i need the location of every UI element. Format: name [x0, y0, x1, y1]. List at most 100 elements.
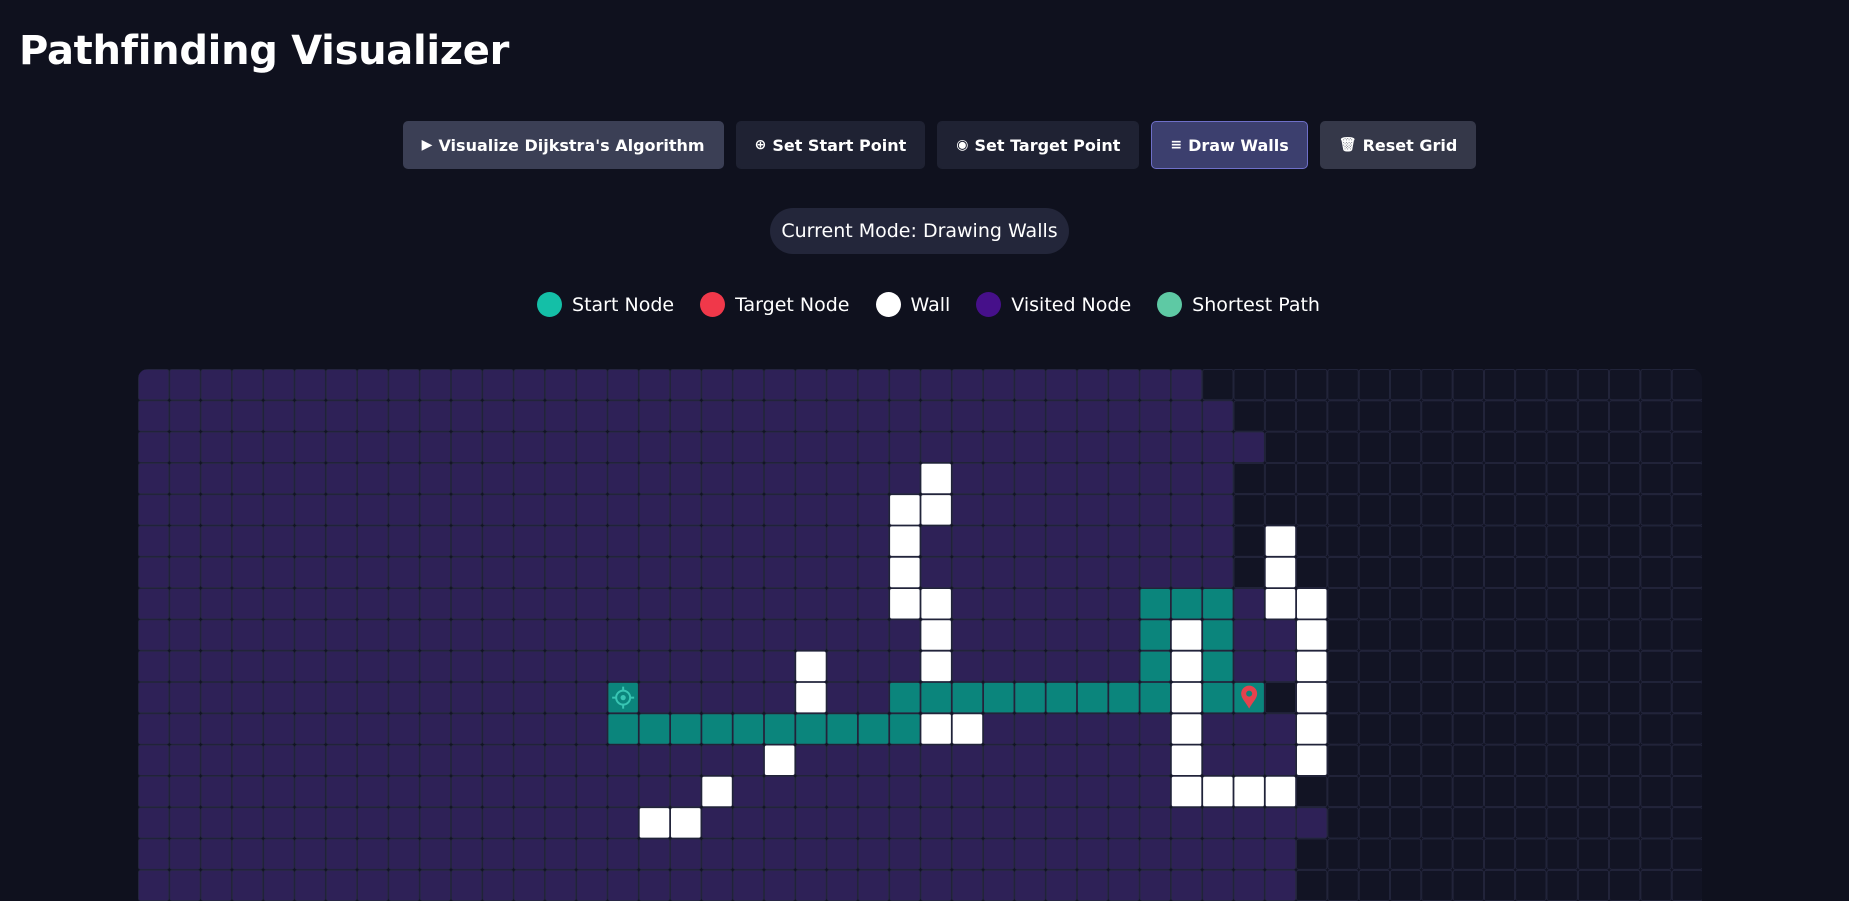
wall-cell[interactable]	[1171, 682, 1203, 714]
visited-cell[interactable]	[138, 369, 170, 401]
grid-cell[interactable]	[1327, 556, 1359, 589]
visited-cell[interactable]	[1077, 494, 1109, 526]
grid-cell[interactable]	[1671, 650, 1702, 682]
visited-cell[interactable]	[1139, 556, 1171, 589]
visited-cell[interactable]	[419, 869, 451, 901]
visited-cell[interactable]	[388, 682, 420, 714]
grid-cell[interactable]	[1515, 744, 1547, 776]
visited-cell[interactable]	[951, 525, 983, 557]
visited-cell[interactable]	[232, 588, 264, 620]
visited-cell[interactable]	[544, 682, 577, 714]
visited-cell[interactable]	[576, 682, 608, 714]
visited-cell[interactable]	[325, 838, 358, 870]
visited-cell[interactable]	[983, 463, 1015, 495]
visited-cell[interactable]	[795, 369, 827, 401]
visited-cell[interactable]	[138, 838, 170, 870]
wall-cell[interactable]	[1171, 619, 1203, 651]
visited-cell[interactable]	[638, 525, 670, 557]
visited-cell[interactable]	[357, 744, 389, 776]
visited-cell[interactable]	[1108, 775, 1140, 808]
visited-cell[interactable]	[138, 650, 170, 682]
visited-cell[interactable]	[670, 775, 702, 808]
visited-cell[interactable]	[638, 775, 670, 808]
path-cell[interactable]	[951, 682, 983, 714]
visited-cell[interactable]	[1045, 713, 1077, 745]
visited-cell[interactable]	[576, 400, 608, 432]
grid-cell[interactable]	[1640, 494, 1672, 526]
visited-cell[interactable]	[263, 494, 295, 526]
visited-cell[interactable]	[638, 744, 670, 776]
visited-cell[interactable]	[138, 682, 170, 714]
visited-cell[interactable]	[451, 807, 483, 839]
visited-cell[interactable]	[732, 807, 764, 839]
grid-cell[interactable]	[1577, 744, 1610, 776]
grid-cell[interactable]	[1233, 369, 1265, 401]
grid-cell[interactable]	[1546, 744, 1578, 776]
visited-cell[interactable]	[732, 431, 764, 463]
visited-cell[interactable]	[138, 494, 170, 526]
visited-cell[interactable]	[200, 682, 232, 714]
grid-cell[interactable]	[1452, 588, 1484, 620]
visited-cell[interactable]	[263, 431, 295, 463]
visited-cell[interactable]	[732, 369, 764, 401]
path-cell[interactable]	[1139, 650, 1171, 682]
visited-cell[interactable]	[1202, 838, 1234, 870]
visited-cell[interactable]	[826, 869, 858, 901]
visited-cell[interactable]	[764, 431, 796, 463]
visited-cell[interactable]	[419, 838, 451, 870]
grid-cell[interactable]	[1640, 463, 1672, 495]
visited-cell[interactable]	[576, 431, 608, 463]
visited-cell[interactable]	[1139, 369, 1171, 401]
visited-cell[interactable]	[1233, 713, 1265, 745]
visited-cell[interactable]	[482, 431, 514, 463]
visited-cell[interactable]	[607, 807, 639, 839]
grid-cell[interactable]	[1515, 525, 1547, 557]
visited-cell[interactable]	[1139, 494, 1171, 526]
visited-cell[interactable]	[858, 400, 890, 432]
visited-cell[interactable]	[1077, 588, 1109, 620]
visited-cell[interactable]	[513, 369, 545, 401]
visited-cell[interactable]	[325, 682, 358, 714]
grid-cell[interactable]	[1546, 775, 1578, 808]
grid-cell[interactable]	[1484, 838, 1516, 870]
visited-cell[interactable]	[325, 494, 358, 526]
visited-cell[interactable]	[607, 463, 639, 495]
visited-cell[interactable]	[1014, 588, 1046, 620]
wall-cell[interactable]	[1171, 713, 1203, 745]
visited-cell[interactable]	[638, 463, 670, 495]
visited-cell[interactable]	[607, 494, 639, 526]
visited-cell[interactable]	[826, 494, 858, 526]
visited-cell[interactable]	[1139, 744, 1171, 776]
visited-cell[interactable]	[388, 650, 420, 682]
visited-cell[interactable]	[1108, 744, 1140, 776]
visited-cell[interactable]	[1077, 369, 1109, 401]
visited-cell[interactable]	[920, 744, 952, 776]
grid-cell[interactable]	[1452, 838, 1484, 870]
visited-cell[interactable]	[732, 494, 764, 526]
grid-cell[interactable]	[1390, 682, 1422, 714]
visited-cell[interactable]	[889, 619, 921, 651]
grid-cell[interactable]	[1546, 713, 1578, 745]
visited-cell[interactable]	[764, 588, 796, 620]
visited-cell[interactable]	[889, 838, 921, 870]
visited-cell[interactable]	[795, 869, 827, 901]
visited-cell[interactable]	[357, 838, 389, 870]
visited-cell[interactable]	[544, 369, 577, 401]
visited-cell[interactable]	[638, 838, 670, 870]
grid-cell[interactable]	[1577, 619, 1610, 651]
visited-cell[interactable]	[1171, 431, 1203, 463]
grid-cell[interactable]	[1452, 369, 1484, 401]
visited-cell[interactable]	[795, 838, 827, 870]
visited-cell[interactable]	[482, 775, 514, 808]
visited-cell[interactable]	[419, 713, 451, 745]
visited-cell[interactable]	[1108, 525, 1140, 557]
visited-cell[interactable]	[169, 869, 201, 901]
grid-cell[interactable]	[1264, 494, 1297, 526]
grid-cell[interactable]	[1609, 807, 1641, 839]
visited-cell[interactable]	[983, 588, 1015, 620]
visited-cell[interactable]	[764, 400, 796, 432]
visited-cell[interactable]	[294, 556, 326, 589]
visited-cell[interactable]	[1045, 525, 1077, 557]
path-cell[interactable]	[732, 713, 764, 745]
visited-cell[interactable]	[1139, 463, 1171, 495]
